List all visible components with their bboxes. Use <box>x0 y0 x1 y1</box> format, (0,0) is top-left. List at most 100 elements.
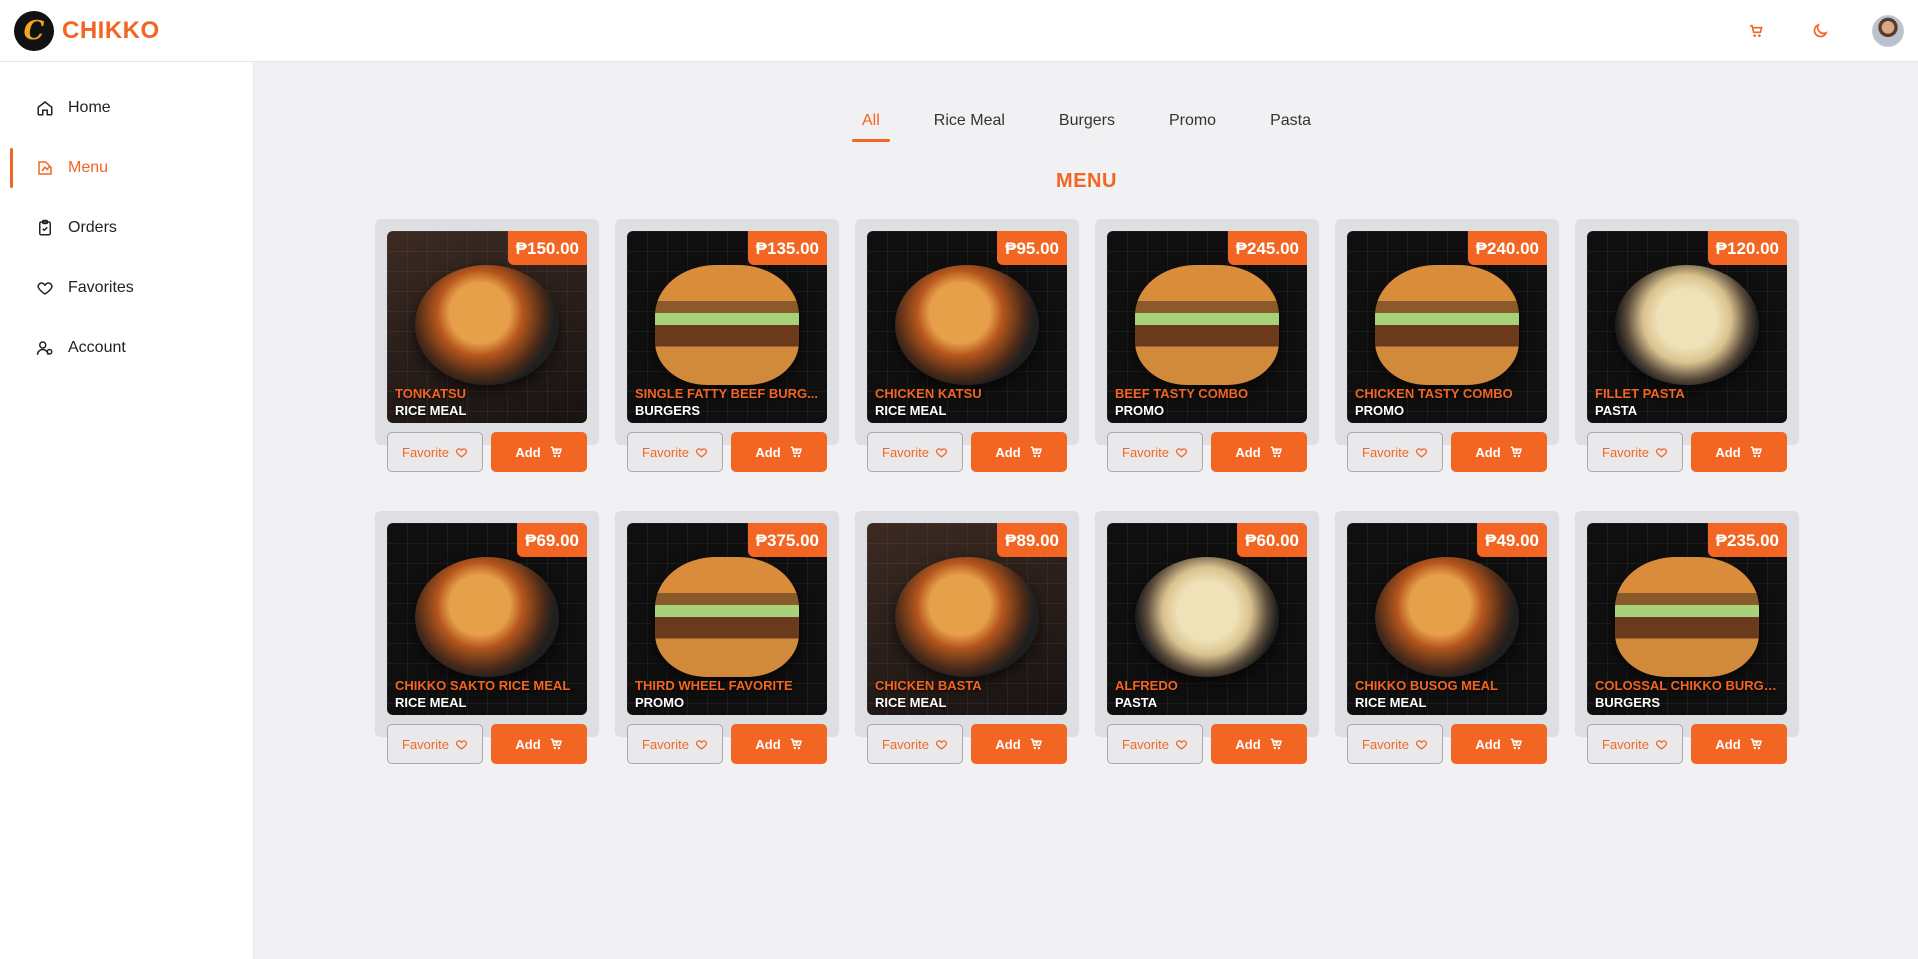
add-button[interactable]: Add <box>971 724 1067 764</box>
food-image: ₱49.00 CHIKKO BUSOG MEAL RICE MEAL <box>1347 523 1547 715</box>
sidebar-item-label: Orders <box>68 219 117 236</box>
heart-icon <box>1655 738 1668 751</box>
favorite-button-label: Favorite <box>1362 444 1409 460</box>
favorite-button[interactable]: Favorite <box>1587 724 1683 764</box>
item-name: FILLET PASTA <box>1595 386 1685 401</box>
menu-icon <box>36 159 54 177</box>
food-graphic <box>415 265 559 385</box>
sidebar-item-orders[interactable]: Orders <box>0 198 253 258</box>
cart-plus-icon <box>1509 445 1523 459</box>
price-badge: ₱49.00 <box>1477 523 1547 557</box>
sidebar-item-favorites[interactable]: Favorites <box>0 258 253 318</box>
favorite-button[interactable]: Favorite <box>1107 432 1203 472</box>
menu-item-card[interactable]: ₱120.00 FILLET PASTA PASTA Favorite Add <box>1575 219 1799 472</box>
favorite-button-label: Favorite <box>882 736 929 752</box>
card-actions: Favorite Add <box>1587 724 1787 764</box>
menu-item-card[interactable]: ₱95.00 CHICKEN KATSU RICE MEAL Favorite Add <box>855 219 1079 472</box>
food-graphic <box>1375 265 1519 385</box>
heart-icon <box>695 738 708 751</box>
food-graphic <box>655 265 799 385</box>
food-image: ₱245.00 BEEF TASTY COMBO PROMO <box>1107 231 1307 423</box>
add-button[interactable]: Add <box>1691 432 1787 472</box>
add-button[interactable]: Add <box>1451 724 1547 764</box>
favorite-button[interactable]: Favorite <box>627 432 723 472</box>
add-button-label: Add <box>995 444 1021 460</box>
favorite-button[interactable]: Favorite <box>867 432 963 472</box>
add-button[interactable]: Add <box>1211 432 1307 472</box>
item-name: CHIKKO SAKTO RICE MEAL <box>395 678 571 693</box>
tab-rice-meal[interactable]: Rice Meal <box>924 106 1015 142</box>
add-button-label: Add <box>1475 444 1501 460</box>
tab-promo[interactable]: Promo <box>1159 106 1226 142</box>
top-header: C CHIKKO <box>0 0 1918 62</box>
favorite-button[interactable]: Favorite <box>867 724 963 764</box>
menu-item-card[interactable]: ₱240.00 CHICKEN TASTY COMBO PROMO Favorite A… <box>1335 219 1559 472</box>
item-category: BURGERS <box>635 403 701 418</box>
card-actions: Favorite Add <box>867 724 1067 764</box>
favorite-button[interactable]: Favorite <box>627 724 723 764</box>
item-category: BURGERS <box>1595 695 1661 710</box>
card-actions: Favorite Add <box>627 432 827 472</box>
heart-icon <box>1175 738 1188 751</box>
item-name: CHICKEN TASTY COMBO <box>1355 386 1513 401</box>
food-graphic <box>895 265 1039 385</box>
price-badge: ₱69.00 <box>517 523 587 557</box>
add-button[interactable]: Add <box>491 724 587 764</box>
cart-plus-icon <box>549 445 563 459</box>
moon-icon[interactable] <box>1808 19 1832 43</box>
item-category: RICE MEAL <box>1355 695 1427 710</box>
add-button[interactable]: Add <box>1451 432 1547 472</box>
food-graphic <box>1615 557 1759 677</box>
favorite-button[interactable]: Favorite <box>1347 724 1443 764</box>
menu-item-card[interactable]: ₱89.00 CHICKEN BASTA RICE MEAL Favorite Add <box>855 511 1079 764</box>
add-button-label: Add <box>755 444 781 460</box>
add-button[interactable]: Add <box>1691 724 1787 764</box>
sidebar-item-menu[interactable]: Menu <box>0 138 253 198</box>
heart-icon <box>455 738 468 751</box>
tab-burgers[interactable]: Burgers <box>1049 106 1125 142</box>
food-graphic <box>415 557 559 677</box>
add-button[interactable]: Add <box>971 432 1067 472</box>
tab-all[interactable]: All <box>852 106 890 142</box>
add-button[interactable]: Add <box>731 724 827 764</box>
avatar[interactable] <box>1872 14 1904 47</box>
sidebar: Home Menu Orders Favorites Account <box>0 62 254 959</box>
add-button[interactable]: Add <box>731 432 827 472</box>
tab-pasta[interactable]: Pasta <box>1260 106 1321 142</box>
user-icon <box>36 339 54 357</box>
section-title: MENU <box>1056 170 1117 192</box>
favorite-button-label: Favorite <box>402 736 449 752</box>
logo[interactable]: C CHIKKO <box>14 10 160 51</box>
menu-item-card[interactable]: ₱150.00 TONKATSU RICE MEAL Favorite Add <box>375 219 599 472</box>
sidebar-item-label: Account <box>68 339 126 356</box>
price-badge: ₱245.00 <box>1227 231 1307 265</box>
sidebar-item-home[interactable]: Home <box>0 78 253 138</box>
price-badge: ₱235.00 <box>1707 523 1787 557</box>
item-name: CHICKEN KATSU <box>875 386 982 401</box>
menu-item-card[interactable]: ₱69.00 CHIKKO SAKTO RICE MEAL RICE MEAL Fav… <box>375 511 599 764</box>
food-image: ₱69.00 CHIKKO SAKTO RICE MEAL RICE MEAL <box>387 523 587 715</box>
menu-item-card[interactable]: ₱135.00 SINGLE FATTY BEEF BURG... BURGERS F… <box>615 219 839 472</box>
add-button-label: Add <box>515 736 541 752</box>
main-content: All Rice Meal Burgers Promo Pasta MENU ₱… <box>255 62 1918 959</box>
menu-item-card[interactable]: ₱49.00 CHIKKO BUSOG MEAL RICE MEAL Favorite… <box>1335 511 1559 764</box>
add-button-label: Add <box>1715 444 1741 460</box>
item-name: BEEF TASTY COMBO <box>1115 386 1249 401</box>
favorite-button[interactable]: Favorite <box>1347 432 1443 472</box>
add-button[interactable]: Add <box>1211 724 1307 764</box>
heart-icon <box>1415 446 1428 459</box>
menu-item-card[interactable]: ₱375.00 THIRD WHEEL FAVORITE PROMO Favorite… <box>615 511 839 764</box>
menu-item-card[interactable]: ₱245.00 BEEF TASTY COMBO PROMO Favorite Add <box>1095 219 1319 472</box>
cart-icon[interactable] <box>1744 19 1768 43</box>
favorite-button[interactable]: Favorite <box>1587 432 1683 472</box>
favorite-button[interactable]: Favorite <box>1107 724 1203 764</box>
favorite-button[interactable]: Favorite <box>387 724 483 764</box>
menu-item-card[interactable]: ₱60.00 ALFREDO PASTA Favorite Add <box>1095 511 1319 764</box>
item-category: RICE MEAL <box>395 403 467 418</box>
menu-item-card[interactable]: ₱235.00 COLOSSAL CHIKKO BURGER BURGERS Favo… <box>1575 511 1799 764</box>
add-button-label: Add <box>995 736 1021 752</box>
favorite-button[interactable]: Favorite <box>387 432 483 472</box>
sidebar-item-account[interactable]: Account <box>0 318 253 378</box>
add-button[interactable]: Add <box>491 432 587 472</box>
card-actions: Favorite Add <box>1347 432 1547 472</box>
